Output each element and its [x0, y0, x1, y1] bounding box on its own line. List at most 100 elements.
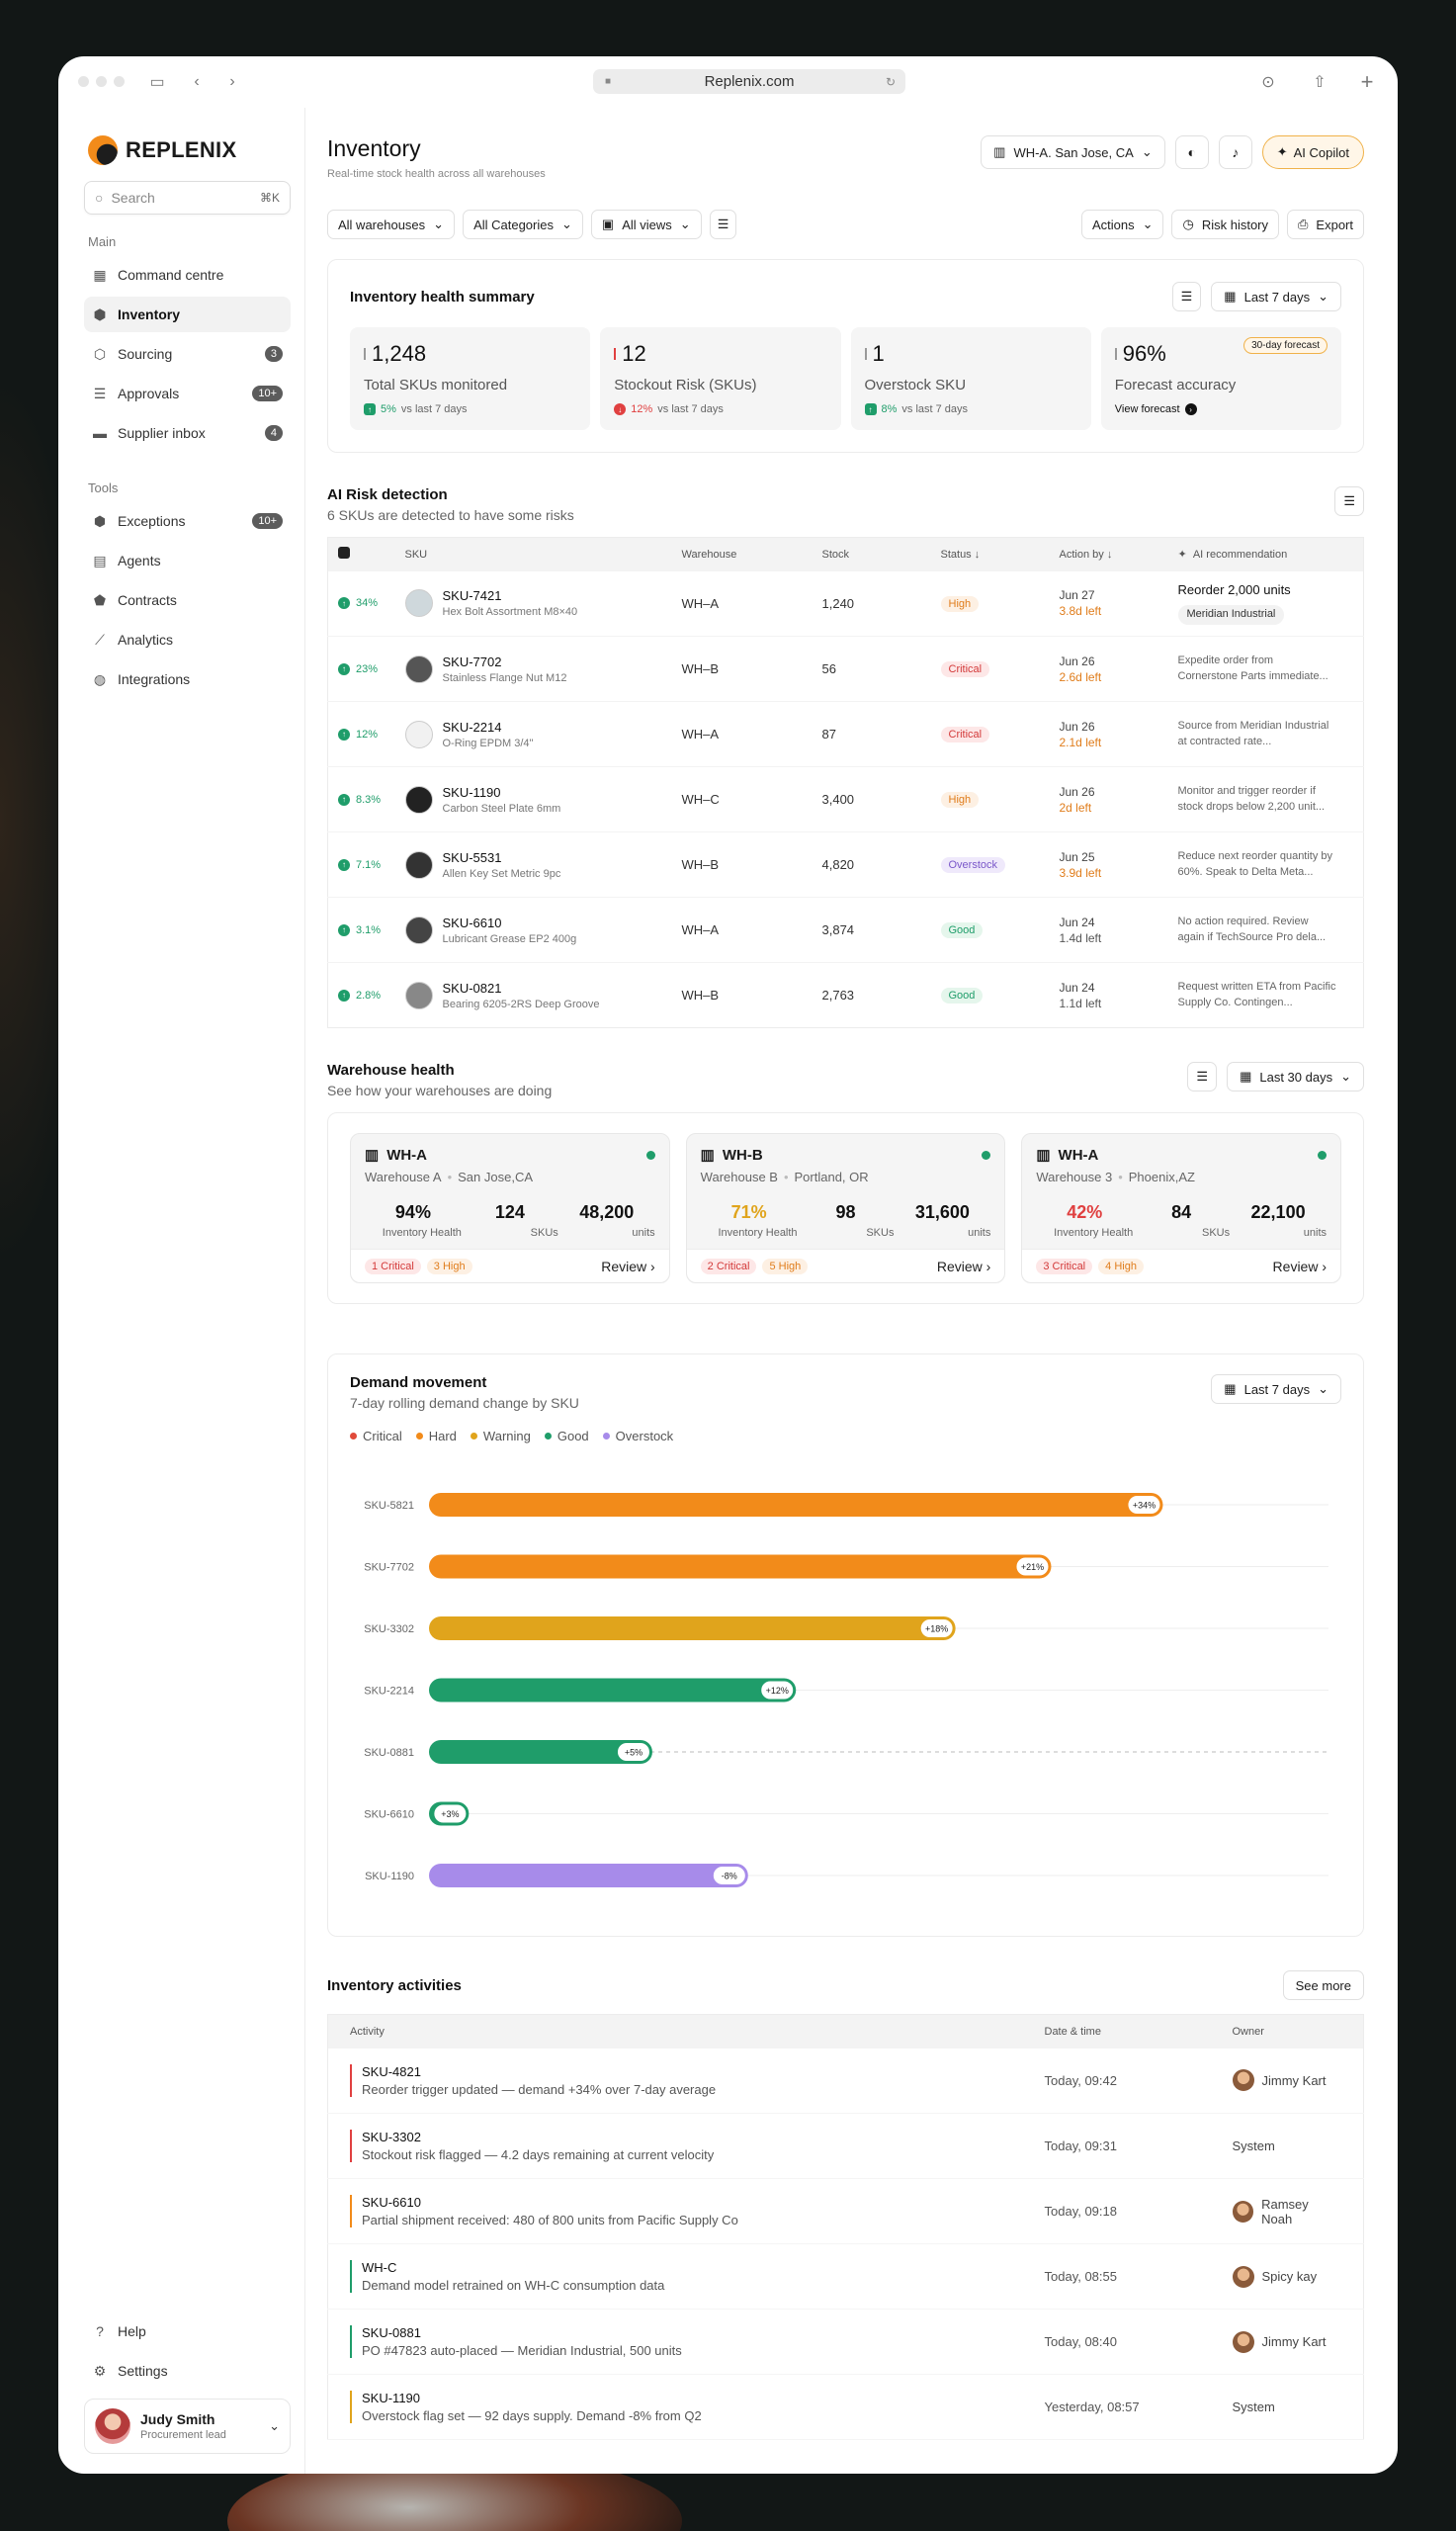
table-row[interactable]: ↑ 8.3% SKU-1190 Carbon Steel Plate 6mm WH–C 3… [327, 766, 1364, 832]
sidebar-toggle-icon[interactable]: ▭ [143, 68, 171, 96]
stat-label: Total SKUs monitored [364, 377, 508, 393]
bar[interactable] [429, 1678, 797, 1702]
sku-code[interactable]: SKU-7421 [443, 588, 578, 603]
warehouse-filter-button[interactable]: ☰ [1187, 1062, 1218, 1091]
categories-filter[interactable]: All Categories ⌄ [463, 210, 583, 239]
integration-icon: ◍ [93, 670, 107, 687]
search-input[interactable]: Search [111, 190, 154, 206]
table-row[interactable]: ↑ 7.1% SKU-5531 Allen Key Set Metric 9pc WH–… [327, 831, 1364, 898]
sidebar-item-help[interactable]: ? Help [84, 2313, 291, 2349]
bar[interactable] [429, 1554, 1052, 1579]
sku-code[interactable]: SKU-5531 [443, 850, 561, 865]
reload-icon[interactable]: ↻ [886, 75, 896, 89]
table-row[interactable]: ↑ 23% SKU-7702 Stainless Flange Nut M12 WH–B… [327, 636, 1364, 702]
sidebar-item-integrations[interactable]: ◍ Integrations [84, 661, 291, 697]
ai-copilot-button[interactable]: ✦ AI Copilot [1261, 135, 1364, 169]
activity-row[interactable]: SKU-0881 PO #47823 auto-placed — Meridian… [327, 2309, 1364, 2375]
sidebar-item-sourcing[interactable]: ⬡ Sourcing 3 [84, 336, 291, 372]
count-badge: 10+ [252, 513, 283, 529]
supplier-tag[interactable]: Meridian Industrial [1177, 605, 1285, 626]
sidebar-item-contracts[interactable]: ⬟ Contracts [84, 582, 291, 618]
activity-row[interactable]: SKU-1190 Overstock flag set — 92 days sup… [327, 2374, 1364, 2440]
new-tab-icon[interactable]: + [1353, 68, 1381, 96]
see-more-button[interactable]: See more [1282, 1970, 1364, 2000]
back-icon[interactable]: ‹ [183, 68, 211, 96]
select-all-checkbox[interactable] [327, 537, 395, 571]
export-button[interactable]: ⎙ Export [1287, 210, 1364, 239]
recommendation-cell: Reduce next reorder quantity by 60%. Spe… [1167, 831, 1364, 898]
risk-filter-button[interactable]: ☰ [1334, 486, 1364, 516]
sidebar-item-label: Exceptions [118, 513, 186, 529]
actions-menu[interactable]: Actions ⌄ [1080, 210, 1164, 239]
warehouses-filter[interactable]: All warehouses ⌄ [327, 210, 456, 239]
support-button[interactable]: ◐ [1174, 135, 1209, 169]
sidebar-item-agents[interactable]: ▤ Agents [84, 543, 291, 578]
sidebar-item-exceptions[interactable]: ⬢ Exceptions 10+ [84, 503, 291, 539]
warehouse-range-selector[interactable]: ▦ Last 30 days ⌄ [1227, 1062, 1364, 1091]
share-icon[interactable]: ⇧ [1306, 68, 1333, 96]
window-controls[interactable] [78, 76, 125, 87]
sidebar-item-analytics[interactable]: ⟋ Analytics [84, 622, 291, 657]
view-forecast-link[interactable]: View forecast › [1115, 403, 1328, 415]
building-icon: ▥ [993, 144, 1006, 159]
delta-note: vs last 7 days [901, 403, 969, 415]
bar[interactable] [429, 1864, 748, 1887]
notifications-button[interactable]: ♪ [1218, 135, 1252, 169]
stat-value: 1,248 [364, 341, 576, 367]
activity-row[interactable]: SKU-6610 Partial shipment received: 480 o… [327, 2178, 1364, 2244]
sidebar-item-settings[interactable]: ⚙ Settings [84, 2353, 291, 2389]
sku-code[interactable]: SKU-1190 [443, 785, 561, 800]
bar[interactable] [429, 1493, 1163, 1517]
sidebar-item-inventory[interactable]: ⬢ Inventory [84, 297, 291, 332]
table-row[interactable]: ↑ 2.8% SKU-0821 Bearing 6205-2RS Deep Groov… [328, 963, 1364, 1028]
review-link[interactable]: Review › [601, 1259, 654, 1274]
download-icon[interactable]: ⊙ [1254, 68, 1282, 96]
user-menu[interactable]: Judy Smith Procurement lead ⌄ [84, 2399, 291, 2454]
review-link[interactable]: Review › [1273, 1259, 1327, 1274]
time-left: 2.1d left [1059, 735, 1102, 749]
risk-history-button[interactable]: ◷ Risk history [1171, 210, 1280, 239]
legend-label: Warning [482, 1429, 531, 1443]
risk-score: ↑ 23% [338, 662, 385, 675]
address-bar[interactable]: ■ Replenix.com ↻ [593, 69, 905, 94]
owner-cell: Jimmy Kart [1210, 2048, 1364, 2114]
search-box[interactable]: ○ Search ⌘K [84, 181, 291, 215]
health-range-selector[interactable]: ▦ Last 7 days ⌄ [1211, 282, 1341, 311]
action-date: Jun 24 [1059, 980, 1095, 995]
table-row[interactable]: ↑ 34% SKU-7421 Hex Bolt Assortment M8×40 WH–… [327, 570, 1364, 637]
brand-logo[interactable]: REPLENIX [88, 135, 291, 165]
metric-skus: 98 [835, 1202, 856, 1222]
health-filter-button[interactable]: ☰ [1171, 282, 1202, 311]
sidebar-item-supplier-inbox[interactable]: ▬ Supplier inbox 4 [84, 415, 291, 451]
bar[interactable] [429, 1616, 956, 1640]
warehouse-name: Warehouse A [365, 1170, 442, 1184]
sidebar-item-command-centre[interactable]: ▦ Command centre [84, 257, 291, 293]
table-row[interactable]: ↑ 12% SKU-2214 O-Ring EPDM 3/4" WH–A 87 Critic… [327, 701, 1364, 767]
review-link[interactable]: Review › [937, 1259, 990, 1274]
col-action-by[interactable]: Action by ↓ [1049, 537, 1168, 571]
views-filter[interactable]: ▣ All views ⌄ [590, 210, 702, 239]
col-status[interactable]: Status ↓ [930, 537, 1050, 571]
avatar [1232, 2265, 1254, 2288]
sku-code[interactable]: SKU-0821 [443, 981, 600, 996]
arrow-up-icon: ↑ [338, 989, 350, 1002]
activity-row[interactable]: SKU-4821 Reorder trigger updated — demand… [327, 2048, 1364, 2114]
metric-label: Inventory Health [1054, 1227, 1134, 1239]
chevron-down-icon: ⌄ [679, 217, 691, 231]
table-row[interactable]: ↑ 3.1% SKU-6610 Lubricant Grease EP2 400g WH… [327, 897, 1364, 963]
activity-cell: SKU-1190 Overstock flag set — 92 days sup… [327, 2374, 1023, 2440]
activity-row[interactable]: SKU-3302 Stockout risk flagged — 4.2 days… [327, 2113, 1364, 2179]
sku-code[interactable]: SKU-2214 [443, 720, 534, 735]
warehouse-selector[interactable]: ▥ WH-A. San Jose, CA ⌄ [981, 135, 1165, 169]
sku-code[interactable]: SKU-6610 [443, 916, 577, 930]
status-cell: Good [930, 897, 1050, 963]
sku-code[interactable]: SKU-7702 [443, 655, 567, 669]
sidebar-item-approvals[interactable]: ☰ Approvals 10+ [84, 376, 291, 411]
category-label: SKU-3302 [364, 1623, 414, 1635]
activity-row[interactable]: WH-C Demand model retrained on WH-C consu… [327, 2243, 1364, 2310]
filter-button[interactable]: ☰ [709, 210, 737, 239]
demand-range-selector[interactable]: ▦ Last 7 days ⌄ [1211, 1374, 1341, 1404]
legend-item: Good [544, 1429, 589, 1443]
forward-icon[interactable]: › [218, 68, 246, 96]
activity-title: SKU-6610 [362, 2195, 421, 2210]
